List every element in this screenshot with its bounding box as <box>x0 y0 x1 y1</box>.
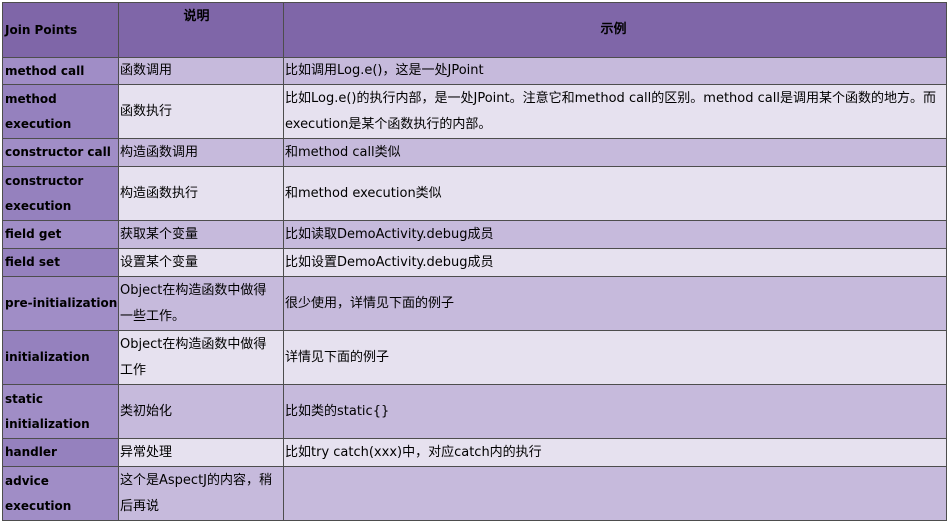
description-text: 构造函数调用 <box>120 144 199 160</box>
description-cell: Object在构造函数中做得工作 <box>119 331 284 385</box>
description-cell: 设置某个变量 <box>119 249 284 277</box>
header-join-points-label: Join Points <box>5 22 78 37</box>
description-cell: 异常处理 <box>119 439 284 467</box>
example-text: 比如try catch(xxx)中，对应catch内的执行 <box>285 444 542 460</box>
join-point-text: field get <box>5 227 62 241</box>
example-text: 很少使用，详情见下面的例子 <box>285 295 455 311</box>
description-text: 设置某个变量 <box>120 254 199 270</box>
join-point-cell: method execution <box>3 85 119 139</box>
example-cell: 详情见下面的例子 <box>284 331 947 385</box>
description-text: 函数执行 <box>120 103 173 119</box>
join-point-text: initialization <box>5 350 90 364</box>
example-cell: 比如Log.e()的执行内部，是一处JPoint。注意它和method call… <box>284 85 947 139</box>
example-cell: 比如类的static{} <box>284 385 947 439</box>
description-cell: 函数调用 <box>119 58 284 85</box>
join-point-text: constructor execution <box>5 173 84 213</box>
description-cell: 构造函数执行 <box>119 167 284 221</box>
description-cell: Object在构造函数中做得一些工作。 <box>119 277 284 331</box>
description-text: 类初始化 <box>120 403 173 419</box>
header-description: 说明 <box>119 3 284 58</box>
join-point-text: method execution <box>5 91 72 131</box>
join-points-table: Join Points 说明 示例 method call 函数调用 比如调用L… <box>2 2 947 521</box>
join-point-cell: initialization <box>3 331 119 385</box>
join-point-text: constructor call <box>5 145 111 159</box>
description-cell: 函数执行 <box>119 85 284 139</box>
join-point-text: advice execution <box>5 473 72 513</box>
example-cell: 和method call类似 <box>284 139 947 167</box>
join-point-cell: advice execution <box>3 467 119 521</box>
example-text: 比如类的static{} <box>285 403 390 419</box>
join-point-cell: constructor execution <box>3 167 119 221</box>
example-cell: 比如读取DemoActivity.debug成员 <box>284 221 947 249</box>
description-cell: 获取某个变量 <box>119 221 284 249</box>
description-cell: 这个是AspectJ的内容，稍后再说 <box>119 467 284 521</box>
join-point-cell: method call <box>3 58 119 85</box>
example-text: 比如Log.e()的执行内部，是一处JPoint。注意它和method call… <box>285 90 936 132</box>
join-point-cell: handler <box>3 439 119 467</box>
example-cell: 很少使用，详情见下面的例子 <box>284 277 947 331</box>
join-point-text: field set <box>5 255 60 269</box>
join-point-text: method call <box>5 63 85 78</box>
join-point-text: pre-initialization <box>5 296 118 310</box>
example-text: 和method call类似 <box>285 144 401 160</box>
join-point-cell: field set <box>3 249 119 277</box>
example-text: 比如读取DemoActivity.debug成员 <box>285 226 494 242</box>
description-text: Object在构造函数中做得一些工作。 <box>120 282 267 324</box>
description-text: 函数调用 <box>120 63 173 78</box>
join-point-cell: field get <box>3 221 119 249</box>
example-cell: 比如设置DemoActivity.debug成员 <box>284 249 947 277</box>
description-text: 这个是AspectJ的内容，稍后再说 <box>120 472 272 514</box>
header-example: 示例 <box>284 3 947 58</box>
description-text: 异常处理 <box>120 444 173 460</box>
description-text: 获取某个变量 <box>120 226 199 242</box>
join-point-cell: pre-initialization <box>3 277 119 331</box>
example-cell: 比如try catch(xxx)中，对应catch内的执行 <box>284 439 947 467</box>
example-cell <box>284 467 947 521</box>
join-point-text: static initialization <box>5 391 90 431</box>
example-text: 比如设置DemoActivity.debug成员 <box>285 254 494 270</box>
description-cell: 类初始化 <box>119 385 284 439</box>
join-point-text: handler <box>5 445 57 459</box>
join-point-cell: constructor call <box>3 139 119 167</box>
description-text: Object在构造函数中做得工作 <box>120 336 267 378</box>
join-point-cell: static initialization <box>3 385 119 439</box>
header-example-label: 示例 <box>600 22 627 37</box>
header-description-label: 说明 <box>183 9 210 24</box>
example-cell: 比如调用Log.e()，这是一处JPoint <box>284 58 947 85</box>
example-cell: 和method execution类似 <box>284 167 947 221</box>
example-text: 比如调用Log.e()，这是一处JPoint <box>285 63 484 78</box>
example-text: 详情见下面的例子 <box>285 349 390 365</box>
header-join-points: Join Points <box>3 3 119 58</box>
example-text: 和method execution类似 <box>285 185 442 201</box>
description-cell: 构造函数调用 <box>119 139 284 167</box>
description-text: 构造函数执行 <box>120 185 199 201</box>
